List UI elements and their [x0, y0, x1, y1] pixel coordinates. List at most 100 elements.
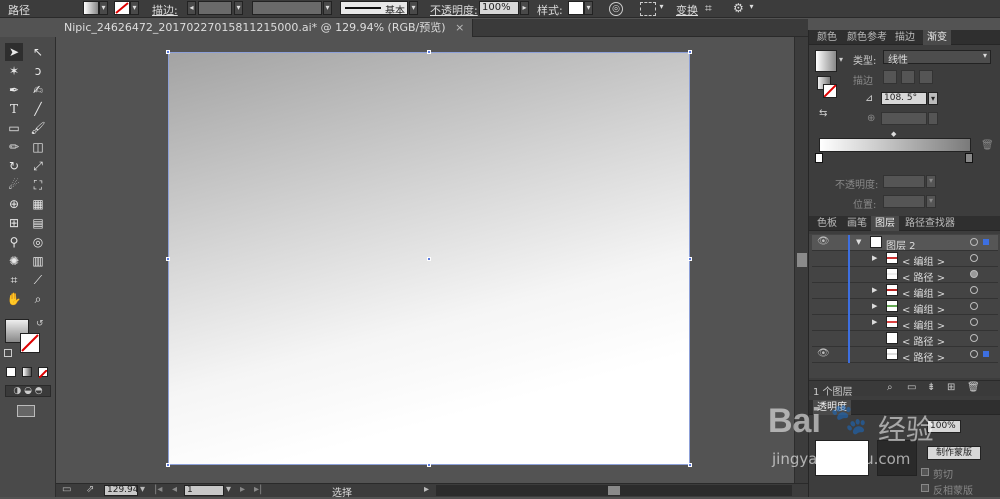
- stop-location-dropdown[interactable]: ▾: [926, 195, 936, 208]
- expand-arrow-icon[interactable]: ▶: [872, 286, 877, 294]
- stroke-indicator-icon[interactable]: [823, 84, 837, 98]
- vertical-scrollbar-thumb[interactable]: [797, 253, 807, 267]
- target-circle-icon[interactable]: [970, 270, 978, 278]
- free-transform-tool-icon[interactable]: ⛶: [29, 176, 47, 194]
- sublayer-row[interactable]: ▶ < 编组 >: [812, 283, 998, 300]
- sublayer-name[interactable]: < 编组 >: [902, 317, 945, 332]
- stroke-across-icon[interactable]: [919, 70, 933, 84]
- sublayer-name[interactable]: < 编组 >: [902, 301, 945, 316]
- gradient-mode-icon[interactable]: [22, 367, 32, 377]
- style-dropdown[interactable]: ▾: [584, 1, 593, 15]
- sublayer-name[interactable]: < 路径 >: [902, 333, 945, 348]
- transform-link[interactable]: 变换: [676, 2, 698, 18]
- stroke-weight-dropdown[interactable]: ▾: [234, 1, 243, 15]
- hand-tool-icon[interactable]: ✋: [5, 290, 23, 308]
- target-circle-icon[interactable]: [970, 286, 978, 294]
- sublayer-row[interactable]: ▶ < 编组 >: [812, 315, 998, 332]
- slice-tool-icon[interactable]: ⟋: [29, 271, 47, 289]
- status-menu-icon[interactable]: ▸: [424, 484, 429, 495]
- gradient-slider[interactable]: [819, 138, 971, 152]
- zoom-tool-icon[interactable]: ⌕: [29, 290, 47, 308]
- target-circle-icon[interactable]: [970, 302, 978, 310]
- clipping-mask-icon[interactable]: ▭: [907, 382, 916, 393]
- direct-selection-tool-icon[interactable]: ↖: [29, 43, 47, 61]
- gradient-type-select[interactable]: 线性 ▾: [883, 50, 991, 66]
- rotate-tool-icon[interactable]: ↻: [5, 157, 23, 175]
- fill-swatch[interactable]: [83, 1, 99, 15]
- brush-definition[interactable]: 基本: [340, 1, 408, 17]
- eyedropper-tool-icon[interactable]: ⚲: [5, 233, 23, 251]
- opacity-label[interactable]: 不透明度:: [430, 2, 478, 18]
- perspective-grid-tool-icon[interactable]: ▦: [29, 195, 47, 213]
- collapse-arrow-icon[interactable]: ▼: [856, 238, 861, 246]
- opacity-dropdown[interactable]: ▸: [520, 1, 529, 15]
- target-circle-icon[interactable]: [970, 238, 978, 246]
- warp-tool-icon[interactable]: ☄: [5, 176, 23, 194]
- paintbrush-tool-icon[interactable]: 🖌: [29, 119, 47, 137]
- selection-handle[interactable]: [688, 50, 692, 54]
- arrange-icon[interactable]: ⚙: [733, 2, 747, 16]
- reverse-gradient-icon[interactable]: ⇆: [819, 108, 827, 119]
- sublayer-name[interactable]: < 路径 >: [902, 269, 945, 284]
- sublayer-row[interactable]: ▶ < 编组 >: [812, 251, 998, 268]
- tab-transparency[interactable]: 透明度: [813, 400, 851, 415]
- stroke-color-icon[interactable]: [20, 333, 40, 353]
- recolor-icon[interactable]: ◎: [609, 2, 623, 16]
- none-mode-icon[interactable]: [38, 367, 48, 379]
- transparency-opacity-input[interactable]: 100%: [927, 420, 961, 433]
- fill-dropdown[interactable]: ▾: [99, 1, 108, 15]
- variable-width-profile[interactable]: [252, 1, 322, 15]
- mesh-tool-icon[interactable]: ⊞: [5, 214, 23, 232]
- tab-pathfinder[interactable]: 路径查找器: [901, 216, 959, 231]
- pen-tool-icon[interactable]: ✒: [5, 81, 23, 99]
- prev-artboard-icon[interactable]: ◂: [172, 484, 177, 495]
- sublayer-row[interactable]: < 路径 >: [812, 267, 998, 284]
- selection-handle[interactable]: [427, 463, 431, 467]
- stroke-within-icon[interactable]: [883, 70, 897, 84]
- first-artboard-icon[interactable]: |◂: [154, 484, 162, 495]
- selection-handle[interactable]: [166, 50, 170, 54]
- eraser-tool-icon[interactable]: ◫: [29, 138, 47, 156]
- stroke-weight-stepper[interactable]: ◂: [187, 1, 196, 15]
- zoom-menu-icon[interactable]: ▭: [62, 484, 71, 495]
- stop-opacity-input[interactable]: [883, 175, 925, 188]
- selection-square-icon[interactable]: [983, 351, 989, 357]
- artboard-number-input[interactable]: 1: [184, 485, 224, 496]
- close-tab-icon[interactable]: ×: [455, 21, 464, 34]
- new-sublayer-icon[interactable]: ⇟: [927, 382, 935, 393]
- gradient-stop-start[interactable]: [815, 153, 823, 163]
- tab-layers[interactable]: 图层: [871, 216, 899, 231]
- gradient-tool-icon[interactable]: ▤: [29, 214, 47, 232]
- gradient-menu-dropdown[interactable]: ▾: [839, 55, 843, 64]
- document-tab[interactable]: Nipic_24626472_20170227015811215000.ai* …: [56, 19, 474, 37]
- clip-checkbox[interactable]: [921, 468, 929, 476]
- export-icon[interactable]: ⇗: [86, 484, 94, 495]
- target-circle-icon[interactable]: [970, 334, 978, 342]
- pencil-tool-icon[interactable]: ✏: [5, 138, 23, 156]
- swap-fill-stroke-icon[interactable]: ↺: [36, 319, 44, 329]
- shape-builder-tool-icon[interactable]: ⊕: [5, 195, 23, 213]
- sublayer-row[interactable]: 👁 < 路径 >: [812, 347, 998, 364]
- selection-handle[interactable]: [427, 50, 431, 54]
- target-circle-icon[interactable]: [970, 318, 978, 326]
- gradient-stop-end[interactable]: [965, 153, 973, 163]
- tab-gradient[interactable]: 渐变: [923, 30, 951, 45]
- sublayer-name[interactable]: < 编组 >: [902, 253, 945, 268]
- aspect-ratio-dropdown[interactable]: [928, 112, 938, 125]
- selection-tool-icon[interactable]: ➤: [5, 43, 23, 61]
- stroke-swatch[interactable]: [114, 1, 130, 15]
- sublayer-row[interactable]: ▶ < 编组 >: [812, 299, 998, 316]
- stroke-label[interactable]: 描边:: [152, 2, 178, 18]
- make-mask-button[interactable]: 制作蒙版: [927, 446, 981, 460]
- sublayer-name[interactable]: < 路径 >: [902, 349, 945, 364]
- angle-dropdown[interactable]: ▾: [928, 92, 938, 105]
- gradient-preview-swatch[interactable]: [815, 50, 837, 72]
- lasso-tool-icon[interactable]: ↄ: [29, 62, 47, 80]
- tab-stroke[interactable]: 描边: [891, 30, 919, 45]
- locate-object-icon[interactable]: ⌕: [887, 382, 893, 393]
- isolate-icon[interactable]: ⌗: [705, 2, 719, 16]
- zoom-input[interactable]: 129.94: [104, 485, 139, 496]
- stroke-along-icon[interactable]: [901, 70, 915, 84]
- eye-icon[interactable]: 👁: [817, 236, 830, 247]
- tab-color[interactable]: 颜色: [813, 30, 841, 45]
